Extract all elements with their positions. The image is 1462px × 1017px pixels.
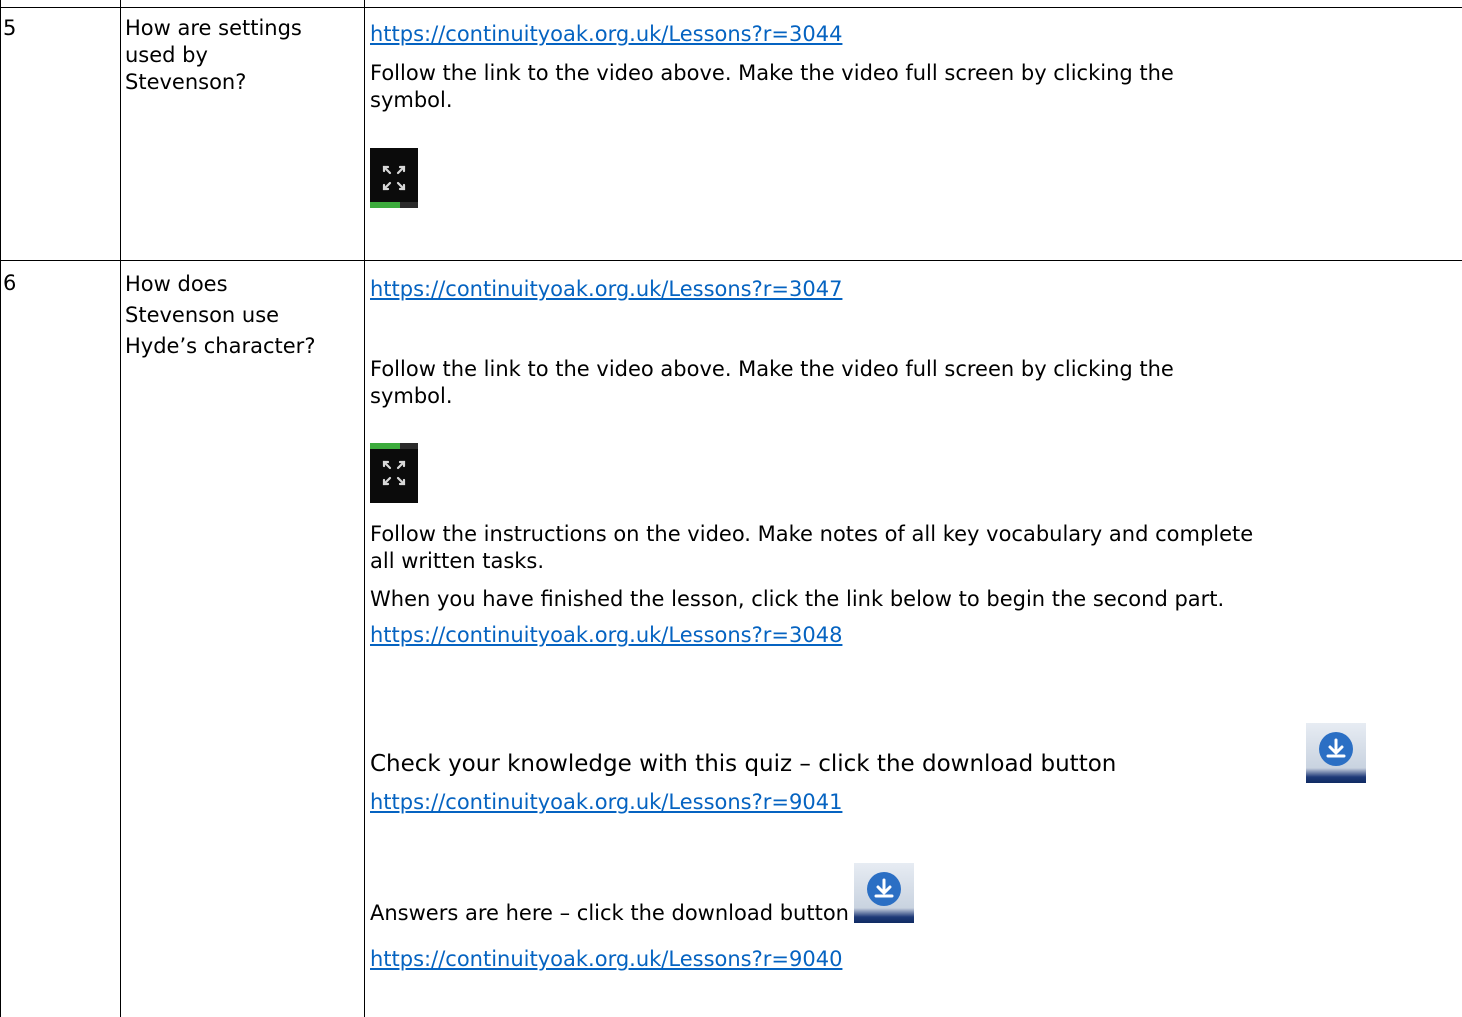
instruction-line: Follow the link to the video above. Make… xyxy=(370,357,1174,381)
row-number: 6 xyxy=(3,271,17,295)
download-icon-graphic xyxy=(1319,732,1353,766)
question-line: used by xyxy=(125,43,208,67)
instruction-line: symbol. xyxy=(370,88,453,112)
question-line: Stevenson use xyxy=(125,303,280,327)
lesson-table: 5 How are settings used by Stevenson? ht… xyxy=(0,0,1462,1017)
lesson-link[interactable]: https://continuityoak.org.uk/Lessons?r=3… xyxy=(370,21,842,48)
row-question: How are settings used by Stevenson? xyxy=(125,15,363,96)
question-line: Stevenson? xyxy=(125,70,247,94)
video-progress-bar xyxy=(370,202,418,208)
answers-link[interactable]: https://continuityoak.org.uk/Lessons?r=9… xyxy=(370,946,842,973)
row-number: 5 xyxy=(3,16,17,40)
expand-arrows-icon-graphic xyxy=(382,460,406,486)
column-divider-1 xyxy=(120,0,121,1017)
quiz-instruction: Check your knowledge with this quiz – cl… xyxy=(370,751,1117,777)
download-icon[interactable] xyxy=(1306,723,1366,783)
notes-instruction: Follow the instructions on the video. Ma… xyxy=(370,521,1460,575)
question-line: How are settings xyxy=(125,16,302,40)
row-divider-middle xyxy=(0,260,1462,261)
question-line: Hyde’s character? xyxy=(125,334,316,358)
row-divider-top xyxy=(0,7,1462,8)
row-question: How does Stevenson use Hyde’s character? xyxy=(125,271,363,364)
instruction-text: Follow the link to the video above. Make… xyxy=(370,60,1450,114)
notes-line: Follow the instructions on the video. Ma… xyxy=(370,522,1254,546)
lesson-link[interactable]: https://continuityoak.org.uk/Lessons?r=3… xyxy=(370,276,842,303)
expand-arrows-icon-graphic xyxy=(382,165,406,191)
download-icon[interactable] xyxy=(854,863,914,923)
finished-instruction: When you have finished the lesson, click… xyxy=(370,587,1225,611)
answers-instruction: Answers are here – click the download bu… xyxy=(370,901,849,925)
notes-line: all written tasks. xyxy=(370,549,545,573)
instruction-line: Follow the link to the video above. Make… xyxy=(370,61,1174,85)
expand-arrows-icon[interactable] xyxy=(370,443,418,503)
download-icon-graphic xyxy=(867,872,901,906)
instruction-text: Follow the link to the video above. Make… xyxy=(370,356,1450,410)
instruction-line: symbol. xyxy=(370,384,453,408)
second-part-link[interactable]: https://continuityoak.org.uk/Lessons?r=3… xyxy=(370,622,842,649)
quiz-link[interactable]: https://continuityoak.org.uk/Lessons?r=9… xyxy=(370,789,842,816)
expand-arrows-icon[interactable] xyxy=(370,148,418,208)
column-divider-2 xyxy=(364,0,365,1017)
table-border-left xyxy=(0,0,1,1017)
question-line: How does xyxy=(125,272,228,296)
video-progress-bar xyxy=(370,443,418,449)
